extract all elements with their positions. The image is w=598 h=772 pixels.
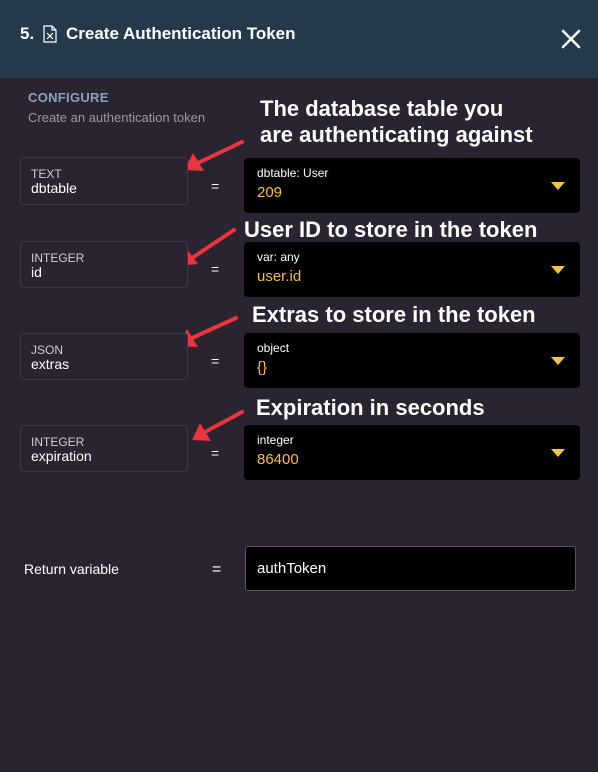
equals-sign: =: [211, 261, 220, 277]
value-select-expiration[interactable]: integer 86400: [244, 425, 580, 480]
annotation-line: Extras to store in the token: [252, 302, 536, 327]
modal-header: 5. Create Authentication Token: [0, 0, 598, 78]
param-name: id: [31, 264, 42, 280]
value-type: integer: [257, 433, 294, 447]
equals-sign: =: [212, 561, 222, 578]
value-text: 209: [257, 184, 283, 201]
annotation-line: User ID to store in the token: [244, 217, 538, 242]
equals-sign: =: [211, 178, 220, 194]
annotation-line: are authenticating against: [260, 122, 533, 147]
annotation-id: User ID to store in the token: [244, 217, 537, 243]
caret-down-icon[interactable]: [551, 449, 565, 457]
value-type: dbtable: User: [257, 166, 329, 180]
annotation-extras: Extras to store in the token: [252, 302, 536, 328]
annotation-line: The database table you: [260, 96, 504, 121]
step-number: 5.: [20, 24, 35, 43]
param-id: INTEGER id: [20, 241, 188, 288]
param-name: expiration: [31, 448, 92, 464]
value-text: {}: [257, 359, 268, 376]
caret-down-icon[interactable]: [551, 182, 565, 190]
annotation-dbtable: The database table you are authenticatin…: [260, 96, 533, 148]
file-x-icon: [43, 25, 57, 43]
param-name: extras: [31, 356, 70, 372]
value-select-id[interactable]: var: any user.id: [244, 242, 580, 297]
section-title: CONFIGURE: [28, 90, 109, 105]
value-select-dbtable[interactable]: dbtable: User 209: [244, 158, 580, 213]
param-type: INTEGER: [31, 251, 85, 265]
caret-down-icon[interactable]: [551, 357, 565, 365]
return-variable-label: Return variable: [24, 561, 119, 577]
annotation-expiration: Expiration in seconds: [256, 395, 485, 421]
param-extras: JSON extras: [20, 333, 188, 380]
arrow-annotation-icon: [192, 410, 244, 441]
equals-sign: =: [211, 445, 220, 461]
caret-down-icon[interactable]: [551, 266, 565, 274]
param-dbtable: TEXT dbtable: [20, 157, 188, 205]
value-text: 86400: [257, 451, 299, 468]
value-type: object: [257, 341, 290, 355]
param-expiration: INTEGER expiration: [20, 425, 188, 472]
value-text: user.id: [257, 268, 302, 285]
close-icon[interactable]: [560, 28, 582, 50]
arrow-annotation-icon: [184, 140, 244, 171]
value-select-extras[interactable]: object {}: [244, 333, 580, 388]
section-subtitle: Create an authentication token: [28, 110, 206, 125]
value-type: var: any: [257, 250, 300, 264]
param-name: dbtable: [31, 180, 77, 196]
equals-sign: =: [211, 353, 220, 369]
return-variable-input[interactable]: [245, 546, 576, 591]
modal-title: Create Authentication Token: [66, 24, 296, 43]
annotation-line: Expiration in seconds: [256, 395, 485, 420]
